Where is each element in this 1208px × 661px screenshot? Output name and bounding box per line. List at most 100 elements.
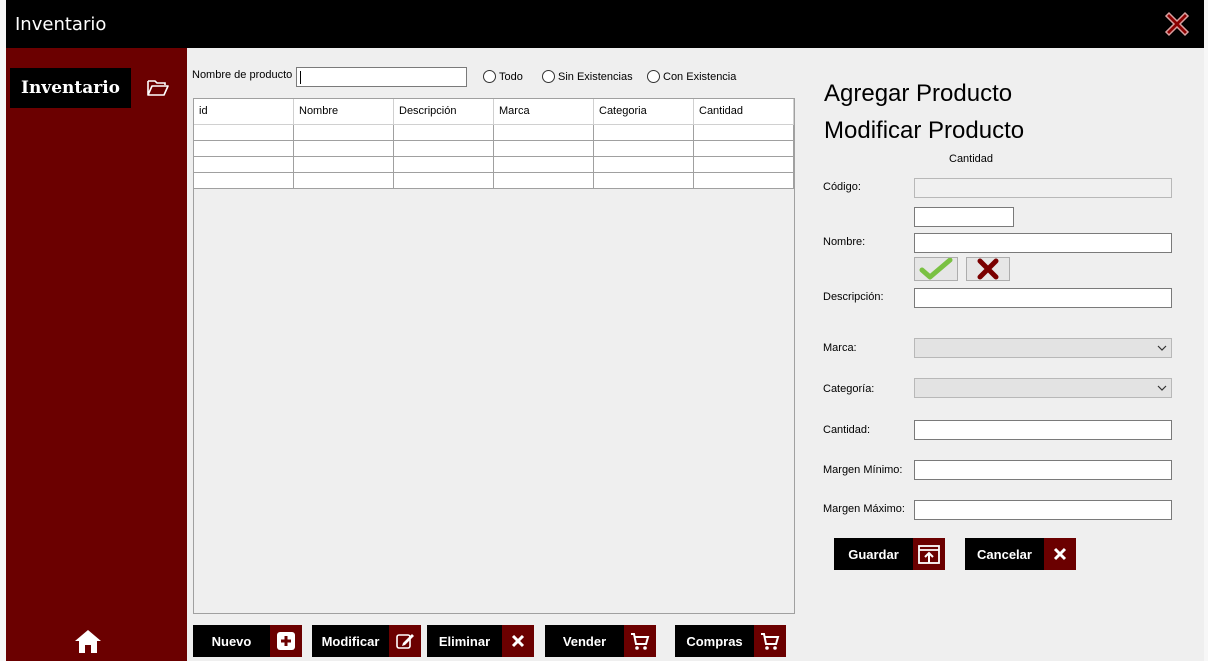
- inventory-window: Inventario Inventario Nombre de producto…: [6, 0, 1204, 661]
- codigo-label: Código:: [823, 181, 861, 193]
- marca-select[interactable]: [914, 338, 1172, 358]
- table-cell[interactable]: [594, 157, 694, 173]
- marca-label: Marca:: [823, 342, 857, 354]
- vender-button[interactable]: Vender: [545, 625, 656, 657]
- reject-button[interactable]: [966, 257, 1010, 281]
- filter-radio-todo[interactable]: Todo: [483, 70, 523, 83]
- margen-minimo-field[interactable]: [914, 460, 1172, 480]
- products-table[interactable]: id Nombre Descripción Marca Categoria Ca…: [193, 98, 795, 614]
- quantity-input[interactable]: [914, 207, 1014, 227]
- button-label: Vender: [562, 633, 607, 649]
- guardar-button[interactable]: Guardar: [834, 538, 945, 570]
- cantidad-field[interactable]: [914, 420, 1172, 440]
- nuevo-button[interactable]: Nuevo: [193, 625, 302, 657]
- table-cell[interactable]: [194, 157, 294, 173]
- table-cell[interactable]: [594, 173, 694, 189]
- text-caret: [300, 71, 301, 84]
- radio-circle: [647, 70, 660, 83]
- column-header-categoria[interactable]: Categoria: [594, 99, 694, 125]
- table-cell[interactable]: [394, 173, 494, 189]
- column-header-nombre[interactable]: Nombre: [294, 99, 394, 125]
- table-cell[interactable]: [494, 157, 594, 173]
- cart-icon: [624, 625, 656, 657]
- column-header-id[interactable]: id: [194, 99, 294, 125]
- table-cell[interactable]: [694, 157, 794, 173]
- search-label: Nombre de producto: [192, 69, 293, 81]
- table-cell[interactable]: [694, 173, 794, 189]
- table-row[interactable]: [194, 173, 794, 189]
- margen-maximo-label: Margen Máximo:: [823, 503, 905, 515]
- close-window-button[interactable]: [1161, 8, 1193, 40]
- background-strip-right: [1204, 0, 1208, 661]
- table-cell[interactable]: [594, 141, 694, 157]
- quantity-caption: Cantidad: [949, 153, 994, 165]
- filter-radio-sin-existencias[interactable]: Sin Existencias: [542, 70, 633, 83]
- close-icon: [977, 258, 999, 280]
- edit-icon: [389, 625, 421, 657]
- table-row[interactable]: [194, 141, 794, 157]
- home-icon[interactable]: [74, 628, 102, 654]
- eliminar-button[interactable]: Eliminar: [427, 625, 534, 657]
- table-cell[interactable]: [194, 141, 294, 157]
- table-row[interactable]: [194, 157, 794, 173]
- cancelar-button[interactable]: Cancelar: [965, 538, 1076, 570]
- filter-label: Con Existencia: [663, 70, 737, 83]
- button-label: Compras: [686, 633, 743, 649]
- table-cell[interactable]: [494, 173, 594, 189]
- column-header-descripcion[interactable]: Descripción: [394, 99, 494, 125]
- close-icon: [1044, 538, 1076, 570]
- cart-icon: [754, 625, 786, 657]
- sidebar-item-inventario[interactable]: Inventario: [10, 68, 131, 108]
- filter-label: Todo: [499, 70, 523, 83]
- compras-button[interactable]: Compras: [675, 625, 786, 657]
- button-label: Nuevo: [211, 633, 252, 649]
- radio-circle: [483, 70, 496, 83]
- nombre-field[interactable]: [914, 233, 1172, 253]
- chevron-down-icon: [1157, 345, 1167, 351]
- table-cell[interactable]: [194, 125, 294, 141]
- close-icon: [502, 625, 534, 657]
- table-cell[interactable]: [294, 173, 394, 189]
- table-header: id Nombre Descripción Marca Categoria Ca…: [194, 99, 794, 125]
- table-cell[interactable]: [294, 125, 394, 141]
- table-cell[interactable]: [694, 141, 794, 157]
- table-cell[interactable]: [294, 157, 394, 173]
- nombre-label: Nombre:: [823, 236, 866, 248]
- chevron-down-icon: [1157, 385, 1167, 391]
- codigo-field: [914, 178, 1172, 198]
- confirm-button[interactable]: [914, 257, 958, 281]
- categoria-select[interactable]: [914, 378, 1172, 398]
- table-cell[interactable]: [394, 141, 494, 157]
- cantidad-label: Cantidad:: [823, 424, 871, 436]
- margen-maximo-field[interactable]: [914, 500, 1172, 520]
- table-cell[interactable]: [694, 125, 794, 141]
- column-header-cantidad[interactable]: Cantidad: [694, 99, 794, 125]
- plus-icon: [270, 625, 302, 657]
- descripcion-label: Descripción:: [823, 291, 884, 303]
- sidebar: Inventario: [6, 48, 187, 661]
- check-icon: [919, 258, 953, 280]
- table-cell[interactable]: [394, 125, 494, 141]
- product-name-search-input[interactable]: [296, 67, 467, 87]
- modificar-button[interactable]: Modificar: [312, 625, 421, 657]
- column-header-marca[interactable]: Marca: [494, 99, 594, 125]
- margen-minimo-label: Margen Mínimo:: [823, 464, 903, 476]
- close-icon: [1164, 11, 1190, 37]
- button-label: Guardar: [848, 546, 899, 562]
- table-row[interactable]: [194, 125, 794, 141]
- table-cell[interactable]: [494, 125, 594, 141]
- table-cell[interactable]: [194, 173, 294, 189]
- folder-open-icon[interactable]: [146, 76, 170, 100]
- button-label: Cancelar: [977, 546, 1032, 562]
- table-cell[interactable]: [394, 157, 494, 173]
- table-cell[interactable]: [594, 125, 694, 141]
- modificar-producto-heading: Modificar Producto: [824, 117, 1025, 144]
- button-label: Eliminar: [438, 633, 491, 649]
- agregar-producto-heading: Agregar Producto: [824, 80, 1013, 107]
- table-cell[interactable]: [494, 141, 594, 157]
- descripcion-field[interactable]: [914, 288, 1172, 308]
- filter-label: Sin Existencias: [558, 70, 633, 83]
- filter-radio-con-existencia[interactable]: Con Existencia: [647, 70, 736, 83]
- table-cell[interactable]: [294, 141, 394, 157]
- title-bar: Inventario: [6, 0, 1204, 48]
